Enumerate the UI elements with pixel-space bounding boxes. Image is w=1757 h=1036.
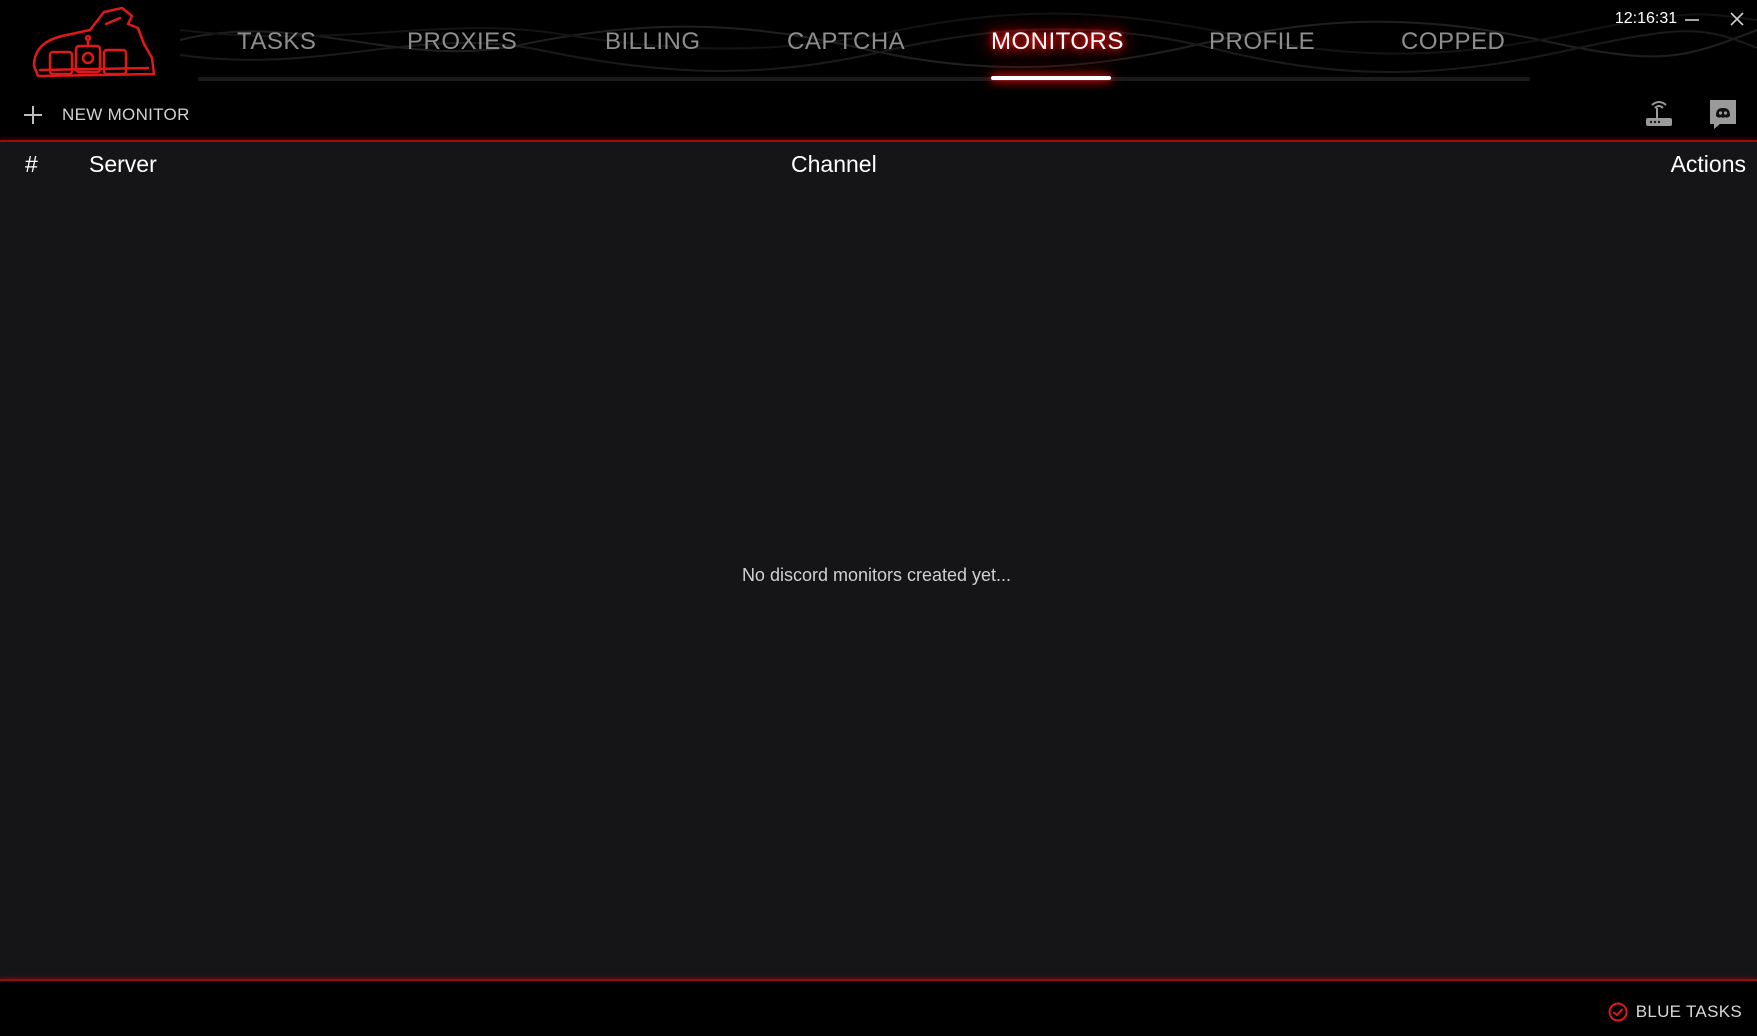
close-icon[interactable] — [1723, 8, 1751, 32]
monitors-table: # Server Channel Actions No discord moni… — [0, 142, 1757, 979]
active-tab-indicator — [991, 76, 1111, 80]
discord-icon[interactable] — [1706, 96, 1740, 132]
new-monitor-button[interactable]: NEW MONITOR — [22, 100, 190, 130]
tab-billing[interactable]: BILLING — [605, 22, 701, 62]
status-indicator[interactable]: BLUE TASKS — [1608, 1000, 1742, 1024]
title-bar: TASKS PROXIES BILLING CAPTCHA MONITORS P… — [0, 0, 1757, 90]
status-label: BLUE TASKS — [1635, 1002, 1742, 1021]
plus-icon — [24, 106, 42, 124]
app-window: TASKS PROXIES BILLING CAPTCHA MONITORS P… — [0, 0, 1757, 1036]
column-header-actions: Actions — [1670, 151, 1746, 177]
clock: 12:16:31 — [1614, 10, 1678, 27]
status-bar: BLUE TASKS — [0, 981, 1757, 1036]
column-header-index: # — [25, 151, 38, 177]
tab-captcha[interactable]: CAPTCHA — [787, 22, 905, 62]
tab-monitors[interactable]: MONITORS — [991, 22, 1124, 62]
bot-logo-icon — [32, 6, 156, 78]
new-monitor-label: NEW MONITOR — [62, 105, 190, 124]
tab-tasks[interactable]: TASKS — [237, 22, 316, 62]
toolbar: NEW MONITOR — [0, 90, 1757, 140]
column-header-channel: Channel — [791, 151, 877, 177]
tab-profile[interactable]: PROFILE — [1209, 22, 1315, 62]
empty-state-message: No discord monitors created yet... — [741, 565, 1012, 585]
table-header: # Server Channel Actions — [0, 142, 1757, 186]
nav-track — [198, 77, 1530, 81]
tab-proxies[interactable]: PROXIES — [407, 22, 517, 62]
column-header-server: Server — [89, 151, 157, 177]
tab-copped[interactable]: COPPED — [1401, 22, 1505, 62]
minimize-icon[interactable] — [1678, 8, 1706, 32]
router-icon[interactable] — [1642, 96, 1676, 132]
check-circle-icon — [1608, 1002, 1628, 1022]
